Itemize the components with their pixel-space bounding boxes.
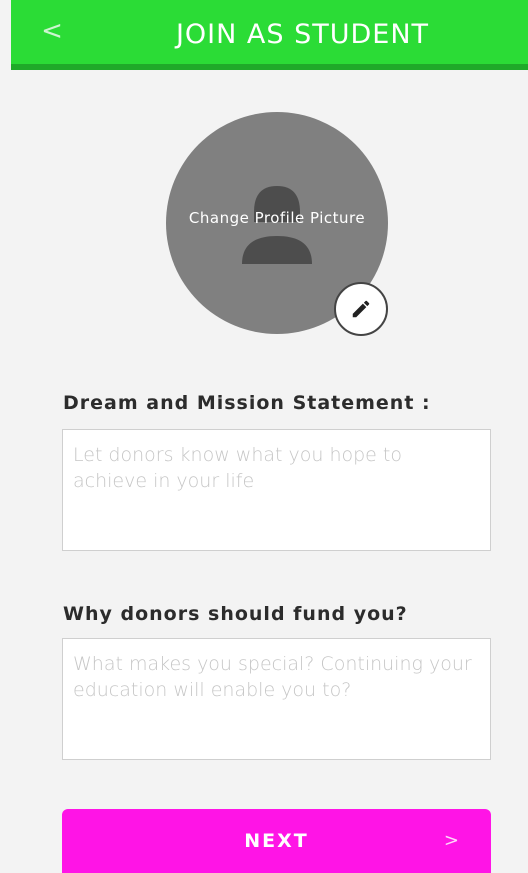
- why-fund-input[interactable]: [62, 638, 491, 760]
- change-profile-picture-label: Change Profile Picture: [188, 209, 366, 227]
- chevron-left-icon: <: [41, 16, 63, 46]
- back-button[interactable]: <: [37, 6, 67, 56]
- app-header: < JOIN AS STUDENT: [11, 0, 528, 70]
- edit-profile-picture-button[interactable]: [334, 282, 388, 336]
- page-title-text: JOIN AS STUDENT: [175, 19, 430, 50]
- chevron-right-icon: >: [443, 830, 459, 851]
- why-fund-label: Why donors should fund you?: [63, 603, 408, 625]
- page-title: JOIN AS STUDENT: [71, 10, 518, 60]
- next-button-label: NEXT: [244, 830, 309, 852]
- mission-statement-label: Dream and Mission Statement :: [63, 392, 431, 414]
- join-student-screen: < JOIN AS STUDENT Change Profile Picture…: [0, 0, 528, 873]
- mission-statement-input[interactable]: [62, 429, 491, 551]
- next-button[interactable]: NEXT >: [62, 809, 491, 873]
- pencil-icon: [352, 300, 370, 318]
